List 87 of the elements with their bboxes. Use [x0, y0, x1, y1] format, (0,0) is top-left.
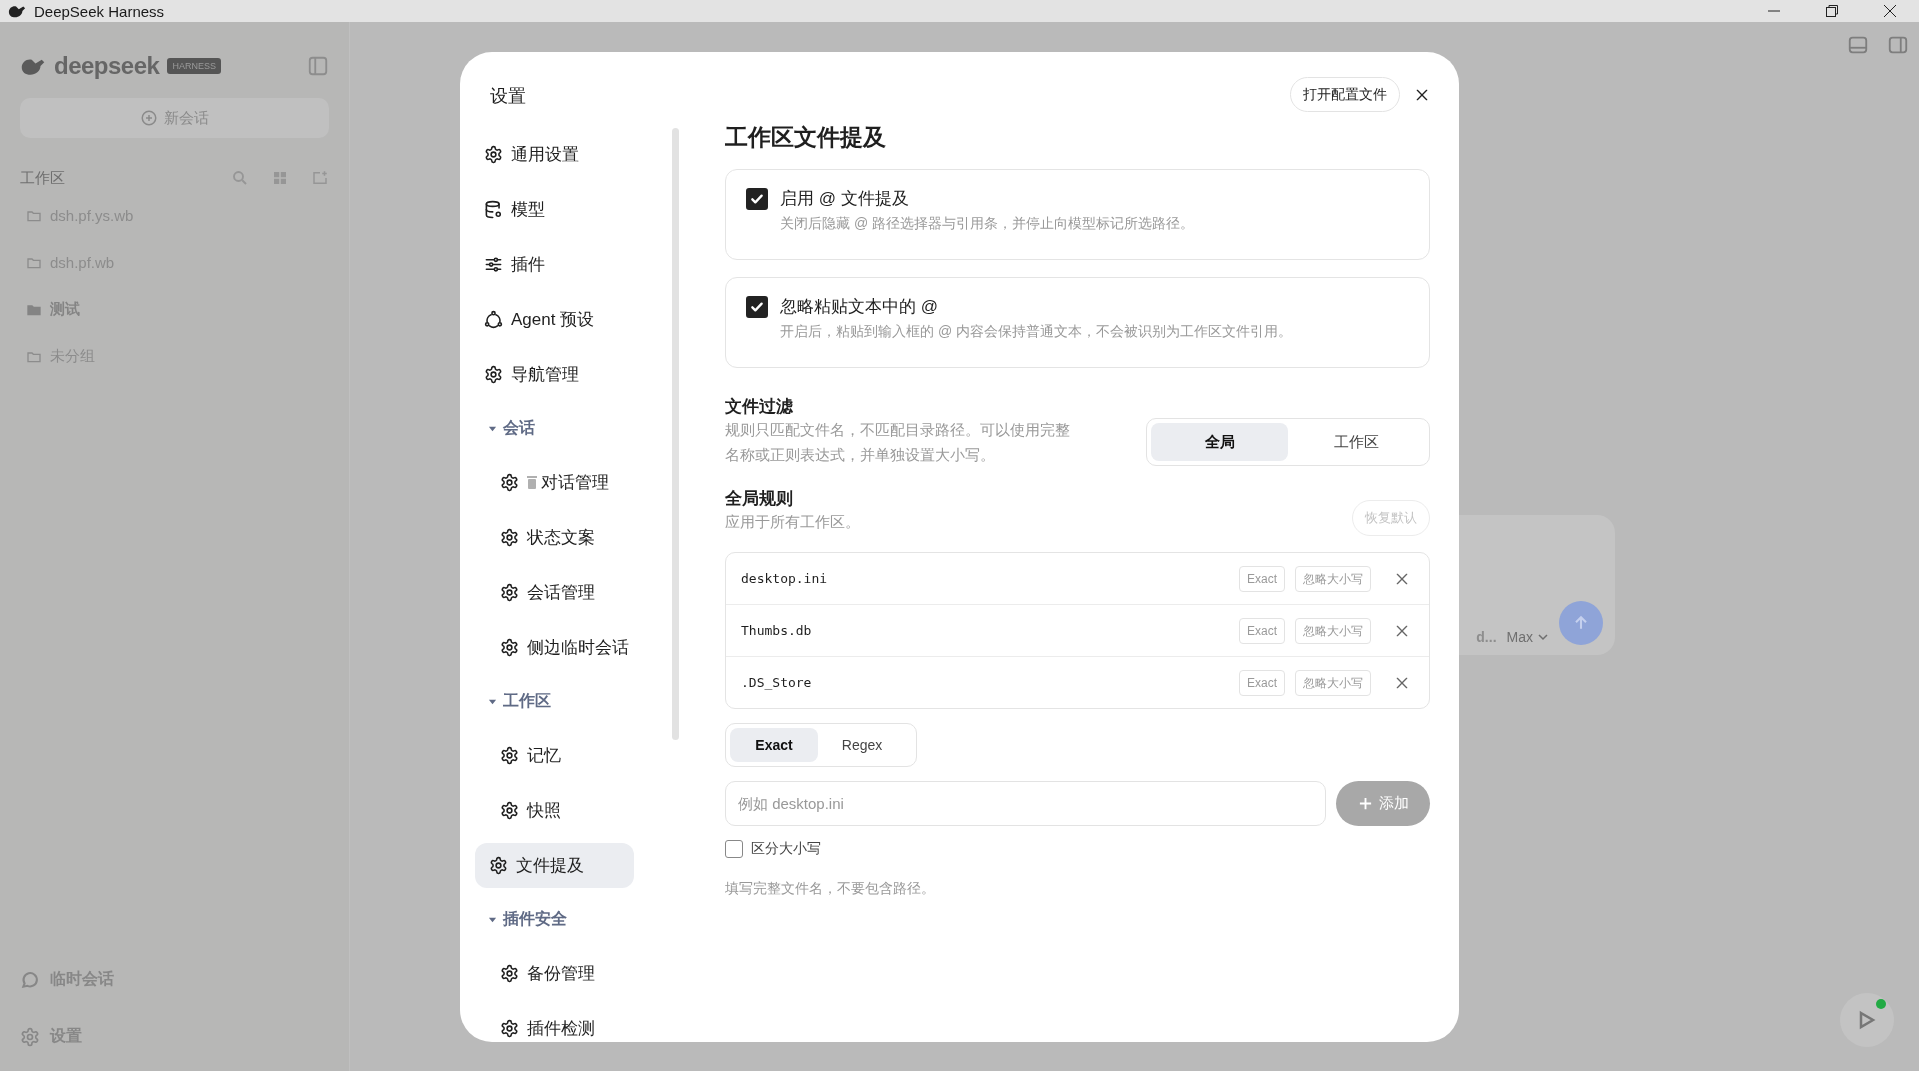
gear-icon [500, 528, 519, 547]
pattern-input-field[interactable]: 例如 desktop.ini [725, 781, 1326, 826]
page-heading: 工作区文件提及 [725, 123, 887, 152]
nav-item[interactable]: 通用设置 [460, 132, 654, 177]
section-description: 应用于所有工作区。 [725, 512, 861, 532]
sliders-icon [484, 255, 503, 274]
check-icon [749, 299, 765, 315]
option-label: 忽略粘贴文本中的 @ [780, 296, 939, 318]
nav-group[interactable]: 插件安全 [460, 898, 573, 941]
rule-pattern: Thumbs.db [741, 623, 813, 638]
gear-icon [500, 746, 519, 765]
checkbox[interactable] [725, 840, 743, 858]
scope-tab[interactable]: 工作区 [1288, 423, 1425, 461]
match-tag: Exact [1239, 617, 1285, 644]
section-title: 文件过滤 [725, 396, 794, 418]
new-folder-icon[interactable] [311, 169, 329, 187]
checkbox-label: 区分大小写 [751, 840, 821, 858]
mode-tab[interactable]: Exact [730, 728, 818, 762]
match-tag: Exact [1239, 565, 1285, 592]
nodes-icon [484, 310, 503, 329]
option-description: 开启后，粘贴到输入框的 @ 内容会保持普通文本，不会被识别为工作区文件引用。 [780, 323, 1292, 341]
checkbox[interactable] [746, 296, 768, 318]
nav-group[interactable]: 工作区 [460, 680, 557, 723]
scrollbar[interactable] [672, 128, 679, 740]
nav-item[interactable]: 备份管理 [460, 951, 654, 996]
nav-item[interactable]: 文件提及 [475, 843, 634, 888]
nav-item[interactable]: 侧边临时会话 [460, 625, 654, 670]
dialog-title: 设置 [489, 85, 527, 108]
nav-item[interactable]: 模型 [460, 187, 654, 232]
hint-text: 填写完整文件名，不要包含路径。 [725, 880, 936, 898]
nav-item[interactable]: 对话管理 [460, 460, 654, 505]
gear-icon [500, 964, 519, 983]
search-icon[interactable] [231, 169, 249, 187]
option-label: 启用 @ 文件提及 [780, 188, 910, 210]
gear-icon [500, 638, 519, 657]
case-tag: 忽略大小写 [1295, 669, 1371, 696]
option-description: 关闭后隐藏 @ 路径选择器与引用条，并停止向模型标记所选路径。 [780, 215, 1194, 233]
nav-item[interactable]: 会话管理 [460, 570, 654, 615]
send-button[interactable] [1559, 601, 1603, 645]
database-icon [484, 200, 503, 219]
plus-icon [1357, 796, 1373, 811]
section-title: 全局规则 [725, 487, 794, 510]
mode-tab[interactable]: Regex [818, 728, 906, 762]
caret-icon [488, 697, 497, 706]
gear-icon [500, 473, 519, 492]
gear-icon [500, 1019, 519, 1038]
rule-pattern: desktop.ini [741, 571, 829, 586]
nav-item[interactable]: 快照 [460, 788, 654, 833]
open-config-button[interactable]: 打开配置文件 [1290, 77, 1400, 112]
nav-item[interactable]: 状态文案 [460, 515, 654, 560]
section-description: 规则只匹配文件名，不匹配目录路径。可以使用完整名称或正则表达式，并单独设置大小写。 [725, 421, 1070, 465]
rule-pattern: .DS_Store [741, 675, 813, 690]
checkbox[interactable] [746, 188, 768, 210]
sidebar-toggle-icon[interactable] [307, 55, 329, 77]
panel-icon[interactable] [1847, 34, 1869, 56]
check-icon [749, 191, 765, 207]
close-icon [1883, 4, 1897, 18]
panel-icon[interactable] [1887, 34, 1909, 56]
nav-item[interactable]: 记忆 [460, 733, 654, 778]
gear-icon [484, 365, 503, 384]
grid-icon[interactable] [271, 169, 289, 187]
match-tag: Exact [1239, 669, 1285, 696]
nav-item[interactable]: 插件 [460, 242, 654, 287]
caret-icon [488, 915, 497, 924]
nav-item[interactable]: 插件检测 [460, 1006, 654, 1042]
status-dot [1876, 999, 1886, 1009]
restore-icon [1825, 4, 1839, 18]
plus-circle-icon [140, 109, 158, 127]
nav-group[interactable]: 会话 [460, 407, 541, 450]
case-tag: 忽略大小写 [1295, 565, 1371, 592]
trash-icon [527, 476, 537, 489]
gear-icon [500, 583, 519, 602]
chat-icon [20, 969, 40, 990]
gear-icon [489, 856, 508, 875]
nav-item[interactable]: Agent 预设 [460, 297, 654, 342]
section-label: 工作区 [20, 168, 65, 188]
gear-icon [500, 801, 519, 820]
settings-icon [20, 1026, 40, 1047]
brand-badge: HARNESS [167, 58, 221, 74]
case-tag: 忽略大小写 [1295, 617, 1371, 644]
caret-icon [488, 424, 497, 433]
scope-tab[interactable]: 全局 [1151, 423, 1288, 461]
window-title: DeepSeek Harness [34, 2, 166, 20]
gear-icon [484, 145, 503, 164]
chevron-down-icon [1537, 631, 1549, 643]
brand-name: deepseek [54, 52, 160, 80]
nav-item[interactable]: 导航管理 [460, 352, 654, 397]
